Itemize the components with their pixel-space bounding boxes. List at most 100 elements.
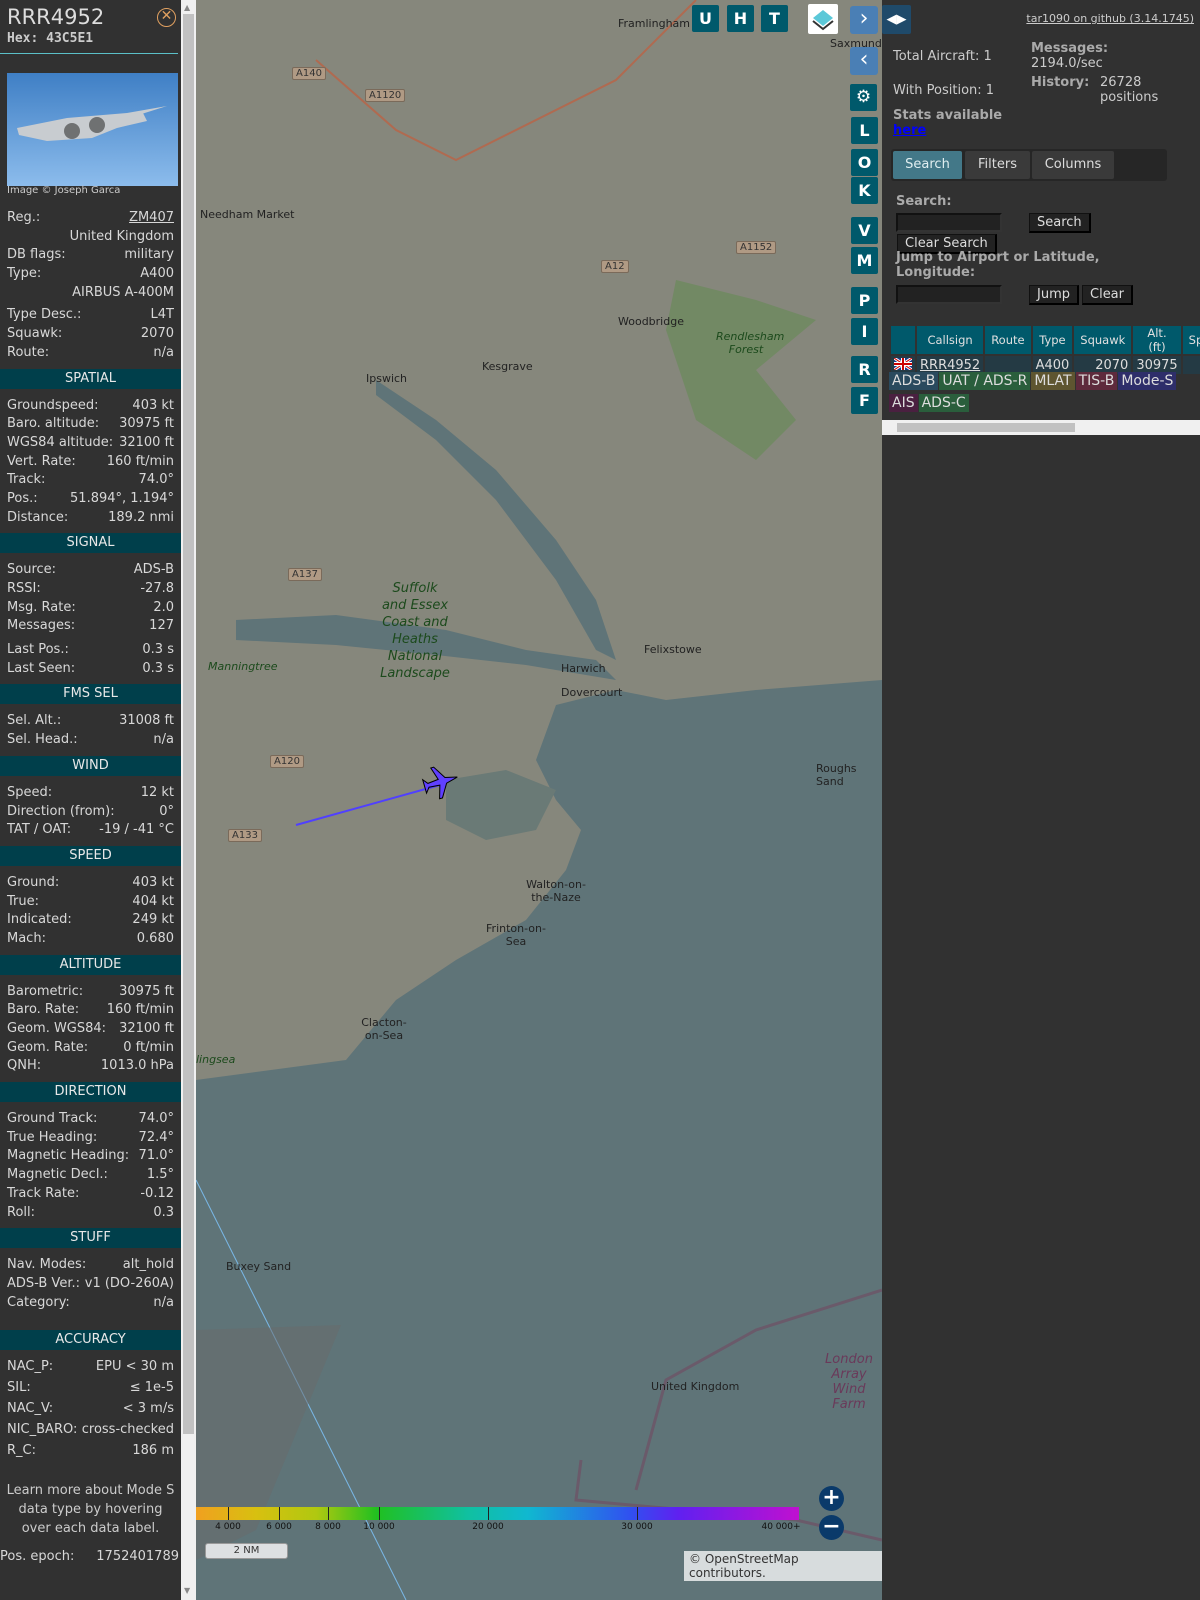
detail-label[interactable]: Direction (from): xyxy=(7,803,115,822)
place-label: Needham Market xyxy=(200,208,295,221)
map-button-u[interactable]: U xyxy=(692,5,719,32)
detail-label[interactable]: Track Rate: xyxy=(7,1185,79,1204)
detail-label[interactable]: ADS-B Ver.: xyxy=(7,1275,80,1294)
map-button-h[interactable]: H xyxy=(727,5,754,32)
layers-button[interactable] xyxy=(808,4,838,34)
column-header[interactable]: Route xyxy=(985,326,1031,354)
map-button-o[interactable]: O xyxy=(851,149,878,176)
detail-label[interactable]: Distance: xyxy=(7,509,68,528)
column-header[interactable]: Squawk xyxy=(1074,326,1132,354)
detail-label[interactable]: Groundspeed: xyxy=(7,397,98,416)
search-input[interactable] xyxy=(896,213,1002,232)
settings-gear-icon[interactable]: ⚙ xyxy=(850,84,877,111)
detail-label[interactable]: Magnetic Decl.: xyxy=(7,1166,108,1185)
column-header[interactable]: Type xyxy=(1032,326,1073,354)
detail-label[interactable]: Speed: xyxy=(7,784,52,803)
detail-label[interactable]: TAT / OAT: xyxy=(7,821,71,840)
detail-label[interactable]: True Heading: xyxy=(7,1129,97,1148)
detail-label[interactable]: Indicated: xyxy=(7,911,72,930)
toggle-panel-width-button[interactable]: ◀▶ xyxy=(882,5,911,34)
detail-label[interactable]: Geom. WGS84: xyxy=(7,1020,106,1039)
detail-label[interactable]: Category: xyxy=(7,1294,70,1313)
detail-label[interactable]: NAC_P: xyxy=(7,1358,53,1379)
detail-label[interactable]: Ground: xyxy=(7,874,59,893)
detail-label[interactable]: Pos. epoch: xyxy=(0,1548,74,1567)
detail-label[interactable]: Msg. Rate: xyxy=(7,599,76,618)
detail-label[interactable]: Mach: xyxy=(7,930,46,949)
detail-label[interactable]: Pos.: xyxy=(7,490,38,509)
detail-label[interactable]: NAC_V: xyxy=(7,1400,53,1421)
detail-value: ADS-B xyxy=(133,562,174,578)
detail-value[interactable]: ZM407 xyxy=(129,209,174,228)
github-link[interactable]: tar1090 on github (3.14.1745) xyxy=(1026,12,1194,25)
detail-label[interactable]: Track: xyxy=(7,471,45,490)
stats-link[interactable]: here xyxy=(893,123,926,138)
detail-label[interactable]: WGS84 altitude: xyxy=(7,434,113,453)
collapse-sidebar-button[interactable]: › xyxy=(850,6,878,34)
detail-label[interactable]: Source: xyxy=(7,561,56,580)
detail-row: Vert. Rate: 160 ft/min xyxy=(0,453,181,472)
detail-label[interactable]: True: xyxy=(7,893,39,912)
detail-label[interactable]: Last Pos.: xyxy=(7,641,69,660)
detail-label[interactable]: Ground Track: xyxy=(7,1110,97,1129)
detail-label[interactable]: SIL: xyxy=(7,1379,31,1400)
column-header[interactable] xyxy=(891,326,915,354)
jump-input[interactable] xyxy=(896,285,1002,304)
detail-value: n/a xyxy=(153,732,174,748)
detail-row: Direction (from): 0° xyxy=(0,803,181,822)
detail-label[interactable]: Sel. Head.: xyxy=(7,731,78,750)
detail-label[interactable]: Magnetic Heading: xyxy=(7,1147,129,1166)
close-icon[interactable]: ✕ xyxy=(157,8,176,27)
map-button-m[interactable]: M xyxy=(851,247,878,274)
detail-value: 0 ft/min xyxy=(123,1039,174,1055)
column-header[interactable]: Spd xyxy=(1182,326,1200,354)
detail-label[interactable]: QNH: xyxy=(7,1057,41,1076)
detail-label[interactable]: NIC_BARO: xyxy=(7,1421,77,1442)
map-button-v[interactable]: V xyxy=(851,217,878,244)
detail-label[interactable]: Sel. Alt.: xyxy=(7,712,61,731)
jump-button[interactable]: Jump xyxy=(1029,285,1079,305)
detail-row: AIRBUS A-400M xyxy=(0,284,181,303)
map-button-f[interactable]: F xyxy=(851,387,878,414)
detail-label[interactable]: R_C: xyxy=(7,1442,36,1463)
detail-label[interactable]: Messages: xyxy=(7,617,75,636)
zoom-out-button[interactable]: − xyxy=(819,1515,844,1540)
detail-label[interactable]: Baro. altitude: xyxy=(7,415,99,434)
section-header-wind: WIND xyxy=(0,755,181,776)
search-button[interactable]: Search xyxy=(1029,213,1091,233)
detail-label[interactable]: Baro. Rate: xyxy=(7,1001,79,1020)
detail-label[interactable]: RSSI: xyxy=(7,580,41,599)
tab-columns[interactable]: Columns xyxy=(1032,151,1114,179)
detail-label[interactable]: Nav. Modes: xyxy=(7,1256,86,1275)
column-header[interactable]: Alt. (ft) xyxy=(1133,326,1181,354)
detail-value: -0.12 xyxy=(140,1185,174,1201)
detail-value: 30975 ft xyxy=(119,983,174,999)
detail-label[interactable]: Geom. Rate: xyxy=(7,1039,88,1058)
map-button-p[interactable]: P xyxy=(851,287,878,314)
detail-row: Pos.: 51.894°, 1.194° xyxy=(0,490,181,509)
tab-filters[interactable]: Filters xyxy=(965,151,1030,179)
legend-tick-label: 40 000+ xyxy=(761,1522,801,1532)
detail-value: ≤ 1e-5 xyxy=(129,1380,174,1396)
zoom-in-button[interactable]: + xyxy=(819,1486,844,1511)
clear-jump-button[interactable]: Clear xyxy=(1082,285,1133,305)
aircraft-photo[interactable] xyxy=(7,73,178,186)
tab-search[interactable]: Search xyxy=(893,151,962,179)
detail-label[interactable]: Last Seen: xyxy=(7,660,75,679)
map-button-l[interactable]: L xyxy=(851,117,878,144)
left-panel-scrollbar[interactable]: ▲ ▼ xyxy=(181,0,196,1600)
detail-row: Last Pos.: 0.3 s xyxy=(0,641,181,660)
map[interactable]: FramlinghamSaxmundhamNeedham MarketWoodb… xyxy=(196,0,882,1600)
divider xyxy=(0,53,178,54)
map-button-t[interactable]: T xyxy=(761,5,788,32)
map-button-i[interactable]: I xyxy=(851,318,878,345)
detail-label[interactable]: Vert. Rate: xyxy=(7,453,76,472)
detail-value: EPU < 30 m xyxy=(95,1359,174,1375)
expand-sidebar-button[interactable]: ‹ xyxy=(850,47,878,75)
detail-label[interactable]: Barometric: xyxy=(7,983,83,1002)
column-header[interactable]: Callsign xyxy=(917,326,984,354)
table-horizontal-scrollbar[interactable] xyxy=(882,420,1200,435)
map-button-r[interactable]: R xyxy=(851,356,878,383)
map-button-k[interactable]: K xyxy=(851,177,878,204)
detail-label[interactable]: Roll: xyxy=(7,1204,35,1223)
